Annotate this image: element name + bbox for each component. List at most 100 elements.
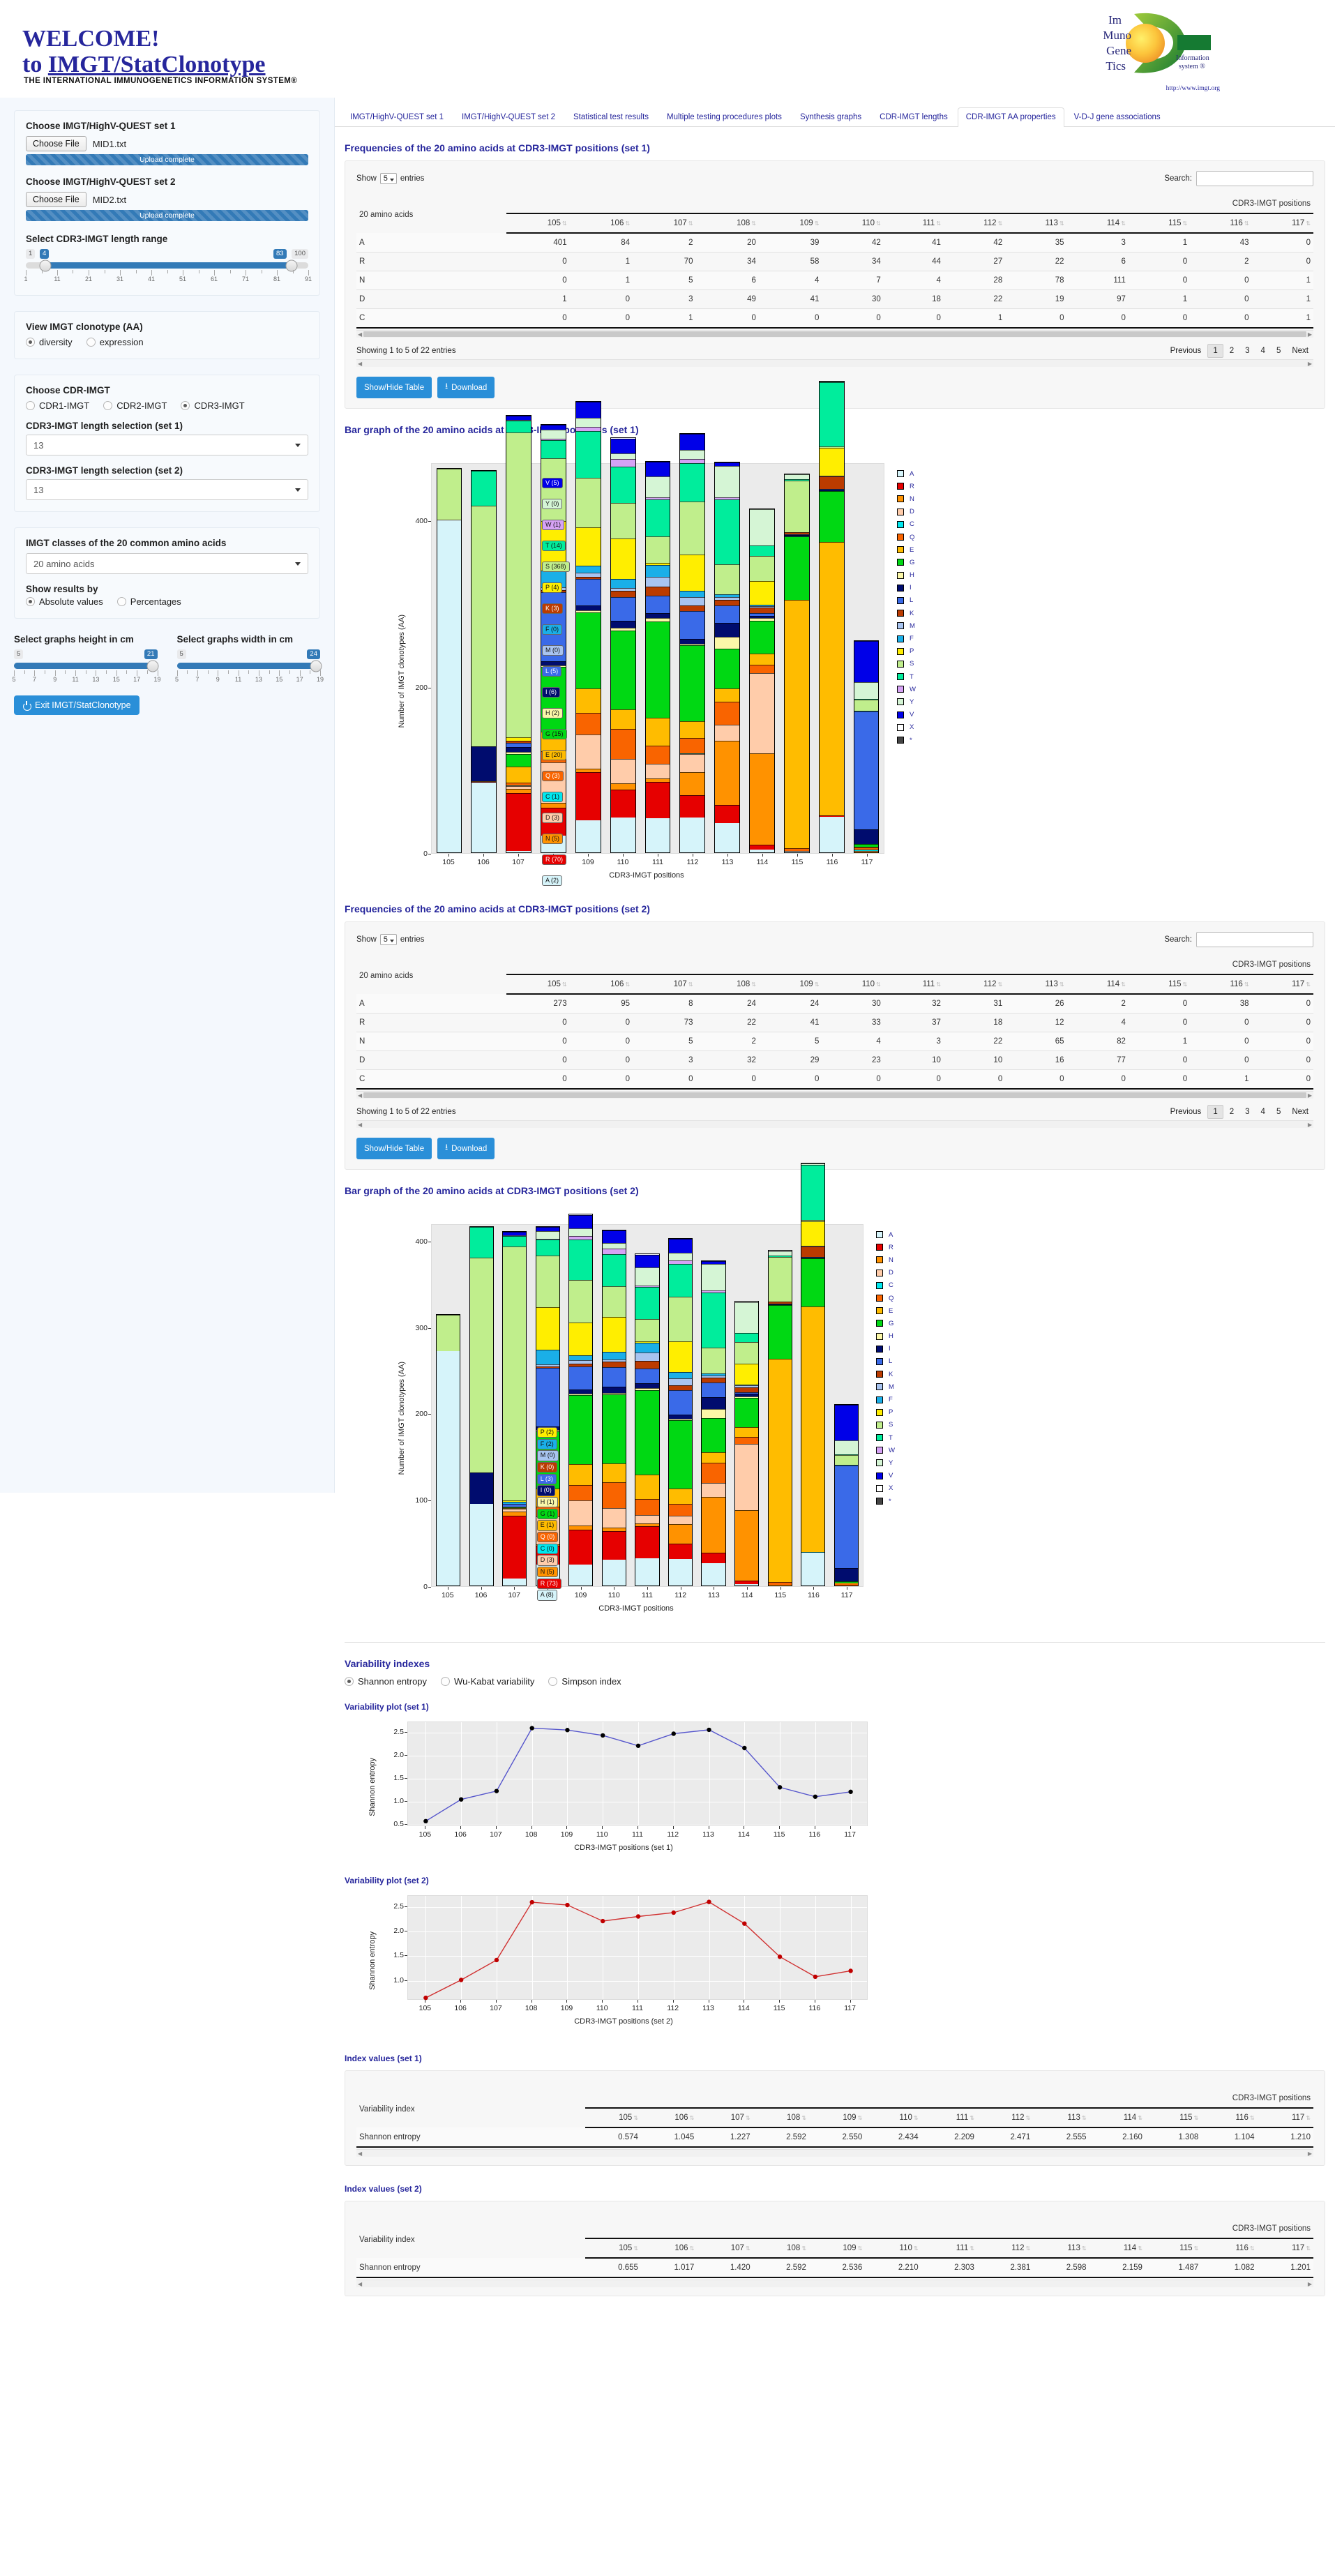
radio-expression-dot[interactable] [86, 338, 96, 347]
column-header-109[interactable]: 109 ⇅ [808, 2108, 866, 2128]
pagination-page-1[interactable]: 1 [1207, 344, 1223, 358]
column-header-108[interactable]: 108 ⇅ [753, 2238, 809, 2259]
column-header-112[interactable]: 112 ⇅ [976, 2108, 1034, 2128]
download-button-2[interactable]: ⭳ Download [437, 1138, 495, 1159]
column-header-114[interactable]: 114 ⇅ [1066, 974, 1129, 995]
column-header-111[interactable]: 111 ⇅ [921, 2108, 977, 2128]
column-header-106[interactable]: 106 ⇅ [569, 213, 633, 234]
stacked-bar[interactable] [734, 1301, 760, 1586]
len-sel1-select[interactable]: 13 [26, 435, 308, 455]
stacked-bar[interactable] [714, 461, 741, 853]
stacked-bar[interactable] [541, 424, 566, 853]
column-header-105[interactable]: 105 ⇅ [506, 974, 570, 995]
pagination-previous[interactable]: Previous [1166, 345, 1207, 357]
stacked-bar[interactable] [701, 1260, 726, 1586]
scroll-right-icon[interactable]: ▶ [1308, 1122, 1312, 1128]
radio-cdr2[interactable]: CDR2-IMGT [103, 400, 167, 411]
tab-cdr-imgt-aa-properties[interactable]: CDR-IMGT AA properties [957, 107, 1064, 127]
stacked-bar[interactable] [635, 1253, 660, 1586]
scroll-thumb[interactable] [363, 331, 1306, 337]
radio-cdr3-dot[interactable] [181, 401, 190, 410]
stacked-bar[interactable] [469, 1226, 494, 1586]
column-header-117[interactable]: 117 ⇅ [1251, 213, 1313, 234]
column-header-111[interactable]: 111 ⇅ [883, 974, 944, 995]
column-header-108[interactable]: 108 ⇅ [753, 2108, 809, 2128]
stacked-bar[interactable] [801, 1163, 826, 1586]
pagination-previous[interactable]: Previous [1166, 1106, 1207, 1118]
scroll-right-icon[interactable]: ▶ [1308, 2281, 1312, 2287]
stacked-bar[interactable] [644, 460, 671, 853]
graph-width-slider[interactable]: 5 24 5 7 9 11 13 15 17 19 [175, 649, 324, 684]
entries-select-2[interactable]: 5 [379, 934, 397, 945]
column-header-106[interactable]: 106 ⇅ [640, 2108, 697, 2128]
tab-cdr-imgt-lengths[interactable]: CDR-IMGT lengths [871, 107, 956, 126]
column-header-113[interactable]: 113 ⇅ [1005, 213, 1067, 234]
stacked-bar[interactable] [783, 473, 810, 853]
column-header-115[interactable]: 115 ⇅ [1128, 974, 1191, 995]
radio-percentages-dot[interactable] [116, 597, 126, 606]
scroll-right-icon[interactable]: ▶ [1308, 2151, 1312, 2157]
radio-simpson[interactable]: Simpson index [548, 1676, 621, 1687]
radio-wukabat-dot[interactable] [441, 1677, 451, 1686]
column-header-106[interactable]: 106 ⇅ [640, 2238, 697, 2259]
radio-cdr1-dot[interactable] [26, 401, 35, 410]
column-header-115[interactable]: 115 ⇅ [1145, 2108, 1202, 2128]
column-header-110[interactable]: 110 ⇅ [865, 2238, 921, 2259]
pagination-next[interactable]: Next [1287, 345, 1313, 357]
search-input-1[interactable] [1196, 171, 1313, 186]
radio-shannon-dot[interactable] [345, 1677, 354, 1686]
radio-expression[interactable]: expression [86, 337, 144, 347]
table-hscrollbar-2[interactable]: ◀ ▶ [356, 1091, 1313, 1099]
column-header-109[interactable]: 109 ⇅ [758, 974, 822, 995]
column-header-107[interactable]: 107 ⇅ [697, 2238, 753, 2259]
radio-cdr3[interactable]: CDR3-IMGT [181, 400, 245, 411]
scroll-left-icon[interactable]: ◀ [358, 2151, 362, 2157]
column-header-114[interactable]: 114 ⇅ [1066, 213, 1129, 234]
stacked-bar[interactable] [601, 1229, 626, 1586]
idx1-hscrollbar[interactable]: ◀ ▶ [356, 2149, 1313, 2157]
column-header-117[interactable]: 117 ⇅ [1257, 2238, 1313, 2259]
column-header-113[interactable]: 113 ⇅ [1033, 2108, 1089, 2128]
stacked-bar[interactable] [853, 640, 880, 853]
stacked-bar[interactable] [568, 1214, 594, 1586]
graph-height-slider[interactable]: 5 21 5 7 9 11 13 15 17 19 [12, 649, 161, 684]
pagination-page-4[interactable]: 4 [1256, 345, 1270, 357]
pagination-2[interactable]: Previous 1 2 3 4 5 Next [1166, 1105, 1313, 1119]
stacked-bar[interactable] [767, 1250, 792, 1586]
column-header-112[interactable]: 112 ⇅ [943, 974, 1006, 995]
column-header-117[interactable]: 117 ⇅ [1251, 974, 1313, 995]
pagination-page-3[interactable]: 3 [1240, 345, 1254, 357]
tab-synthesis-graphs[interactable]: Synthesis graphs [792, 107, 870, 126]
tab-statistical-test-results[interactable]: Statistical test results [565, 107, 657, 126]
show-hide-table-button-2[interactable]: Show/Hide Table [356, 1138, 432, 1159]
stacked-bar[interactable] [471, 469, 497, 853]
tab-imgt-highv-quest-set-1[interactable]: IMGT/HighV-QUEST set 1 [342, 107, 452, 126]
download-button-1[interactable]: ⭳ Download [437, 377, 495, 398]
scroll-left-icon[interactable]: ◀ [358, 2281, 362, 2287]
column-header-116[interactable]: 116 ⇅ [1201, 2238, 1258, 2259]
search-input-2[interactable] [1196, 932, 1313, 947]
scroll-left-icon[interactable]: ◀ [358, 361, 362, 367]
stacked-bar[interactable] [818, 381, 845, 853]
column-header-115[interactable]: 115 ⇅ [1128, 213, 1191, 234]
choose-file-set1-button[interactable]: Choose File [26, 136, 86, 151]
column-header-112[interactable]: 112 ⇅ [976, 2238, 1034, 2259]
column-header-111[interactable]: 111 ⇅ [921, 2238, 977, 2259]
table-hscrollbar-1[interactable]: ◀ ▶ [356, 330, 1313, 338]
tab-v-d-j-gene-associations[interactable]: V-D-J gene associations [1066, 107, 1169, 126]
radio-absolute[interactable]: Absolute values [26, 596, 103, 607]
tab-multiple-testing-procedures-plots[interactable]: Multiple testing procedures plots [658, 107, 790, 126]
column-header-111[interactable]: 111 ⇅ [883, 213, 944, 234]
stacked-bar[interactable] [749, 508, 775, 853]
pagination-1[interactable]: Previous 1 2 3 4 5 Next [1166, 344, 1313, 358]
stacked-bar[interactable] [834, 1403, 859, 1586]
len-sel2-select[interactable]: 13 [26, 479, 308, 500]
scroll-right-icon[interactable]: ▶ [1308, 361, 1312, 367]
column-header-105[interactable]: 105 ⇅ [506, 213, 570, 234]
pagination-page-2[interactable]: 2 [1225, 1106, 1239, 1118]
table-hscrollbar-1b[interactable]: ◀ ▶ [356, 359, 1313, 367]
radio-cdr1[interactable]: CDR1-IMGT [26, 400, 89, 411]
scroll-right-icon[interactable]: ▶ [1308, 331, 1312, 338]
scroll-left-icon[interactable]: ◀ [358, 331, 362, 338]
stacked-bar[interactable] [436, 468, 462, 853]
